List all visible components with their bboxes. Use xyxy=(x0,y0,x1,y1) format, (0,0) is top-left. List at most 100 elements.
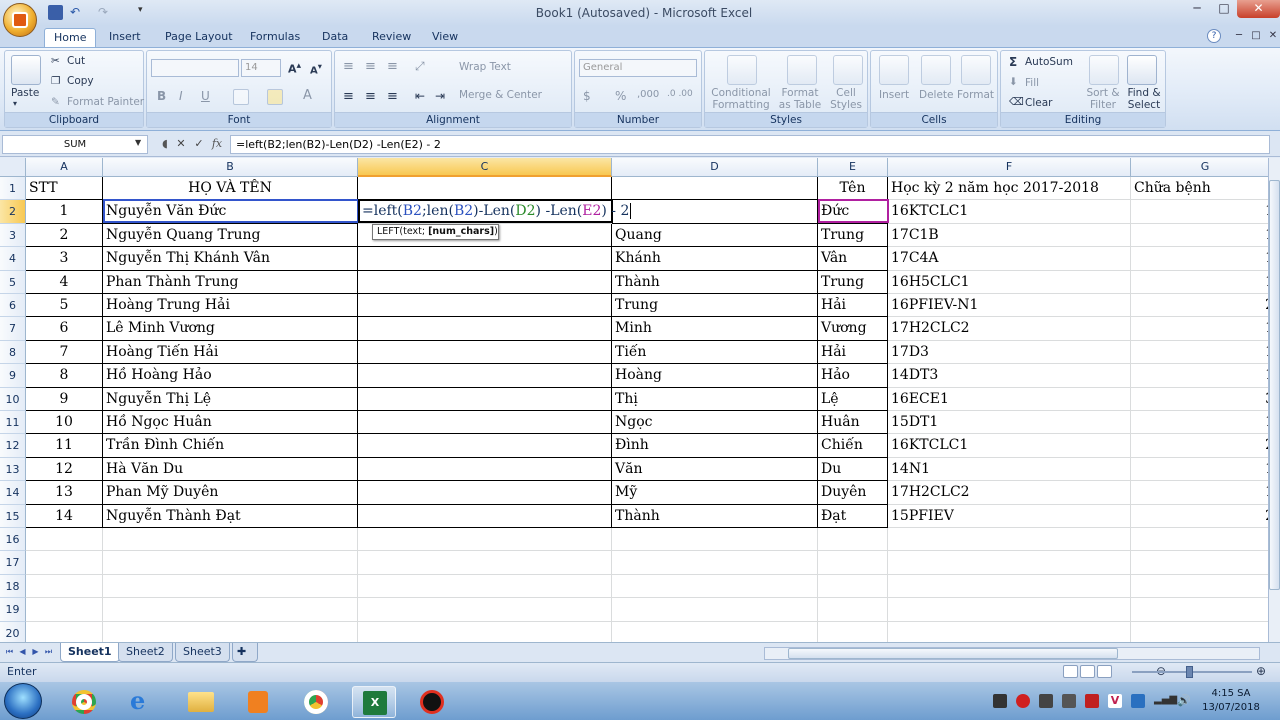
cell-a12[interactable]: 11 xyxy=(26,434,103,458)
cell-d5[interactable]: Thành xyxy=(612,270,818,294)
grow-font-icon[interactable]: A▴ xyxy=(288,60,301,76)
cell-a15[interactable]: 14 xyxy=(26,504,103,528)
cell-g2[interactable]: 1 xyxy=(1131,200,1280,223)
decimal-icon[interactable]: .0 .00 xyxy=(667,89,693,99)
normal-view-icon[interactable] xyxy=(1063,665,1078,678)
row-header-10[interactable]: 10 xyxy=(0,387,26,411)
increase-indent-icon[interactable]: ⇥ xyxy=(435,89,445,103)
cell-g14[interactable]: 1 xyxy=(1131,481,1280,504)
cell-a6[interactable]: 5 xyxy=(26,294,103,318)
number-format-box[interactable]: General xyxy=(579,59,697,77)
cell-g8[interactable]: 1 xyxy=(1131,341,1280,364)
cell-e14[interactable]: Duyên xyxy=(818,481,888,505)
column-header-f[interactable]: F xyxy=(888,158,1131,177)
cell-e13[interactable]: Du xyxy=(818,457,888,482)
column-header-e[interactable]: E xyxy=(818,158,888,177)
sheet-tab-2[interactable]: Sheet2 xyxy=(118,643,173,662)
comma-icon[interactable]: ,000 xyxy=(637,89,659,100)
cell-d12[interactable]: Đình xyxy=(612,434,818,458)
cell-a8[interactable]: 7 xyxy=(26,340,103,365)
tab-home[interactable]: Home xyxy=(44,28,97,48)
cell-g6[interactable]: 2 xyxy=(1131,294,1280,317)
maximize-button[interactable]: □ xyxy=(1210,0,1238,18)
cell-f3[interactable]: 17C1B xyxy=(888,224,1131,247)
cell-f14[interactable]: 17H2CLC2 xyxy=(888,481,1131,504)
cell-f1[interactable]: Học kỳ 2 năm học 2017-2018 xyxy=(888,177,1131,200)
row-header-16[interactable]: 16 xyxy=(0,528,26,552)
prev-sheet-icon[interactable]: ◀ xyxy=(17,646,28,658)
row-header-12[interactable]: 12 xyxy=(0,434,26,458)
cell-a5[interactable]: 4 xyxy=(26,270,103,294)
row-header-18[interactable]: 18 xyxy=(0,574,26,599)
cell-f11[interactable]: 15DT1 xyxy=(888,411,1131,434)
autosum-button[interactable]: AutoSum xyxy=(1025,56,1073,68)
cell-c4[interactable] xyxy=(358,247,612,271)
row-header-2[interactable]: 2 xyxy=(0,200,26,224)
cell-a2[interactable]: 1 xyxy=(26,200,103,224)
cell-f5[interactable]: 16H5CLC1 xyxy=(888,271,1131,294)
cell-f6[interactable]: 16PFIEV-N1 xyxy=(888,294,1131,317)
cell-e7[interactable]: Vương xyxy=(818,317,888,341)
enter-icon[interactable]: ✓ xyxy=(191,136,207,152)
fill-color-icon[interactable] xyxy=(267,89,283,105)
zoom-in-icon[interactable]: ⊕ xyxy=(1256,664,1266,678)
chrome-taskbar-icon[interactable] xyxy=(62,686,106,718)
row-header-1[interactable]: 1 xyxy=(0,177,26,201)
cell-g13[interactable]: 1 xyxy=(1131,458,1280,481)
zoom-slider-thumb[interactable] xyxy=(1186,666,1193,678)
format-painter-button[interactable]: Format Painter xyxy=(67,96,144,108)
column-header-a[interactable]: A xyxy=(26,158,103,177)
cell-d1[interactable] xyxy=(612,177,818,201)
cell-b9[interactable]: Hồ Hoàng Hảo xyxy=(103,364,358,388)
cell-g15[interactable]: 2 xyxy=(1131,505,1280,528)
cell-c13[interactable] xyxy=(358,457,612,482)
column-header-c[interactable]: C xyxy=(358,158,612,177)
tab-view[interactable]: View xyxy=(423,28,467,48)
cell-f15[interactable]: 15PFIEV xyxy=(888,505,1131,528)
sheet-tab-3[interactable]: Sheet3 xyxy=(175,643,230,662)
vertical-scroll-thumb[interactable] xyxy=(1269,180,1280,590)
cell-b6[interactable]: Hoàng Trung Hải xyxy=(103,294,358,318)
volume-icon[interactable]: 🔊 xyxy=(1177,694,1191,708)
align-right-icon[interactable]: ≡ xyxy=(387,89,398,104)
cell-f7[interactable]: 17H2CLC2 xyxy=(888,317,1131,340)
row-header-4[interactable]: 4 xyxy=(0,247,26,271)
tab-page-layout[interactable]: Page Layout xyxy=(156,28,242,48)
cell-g5[interactable]: 1 xyxy=(1131,271,1280,294)
find-select-button[interactable]: Find & Select xyxy=(1123,87,1165,111)
wrap-text-button[interactable]: Wrap Text xyxy=(459,61,511,73)
cell-c11[interactable] xyxy=(358,411,612,435)
cell-e8[interactable]: Hải xyxy=(818,340,888,365)
tray-icon-1[interactable] xyxy=(993,694,1007,708)
cell-c8[interactable] xyxy=(358,340,612,365)
ie-taskbar-icon[interactable]: e xyxy=(120,686,164,718)
format-cells-button[interactable]: Format xyxy=(957,89,994,101)
cell-f12[interactable]: 16KTCLC1 xyxy=(888,434,1131,457)
row-header-11[interactable]: 11 xyxy=(0,411,26,435)
tray-icon-7[interactable] xyxy=(1131,694,1145,708)
taskbar-clock[interactable]: 4:15 SA 13/07/2018 xyxy=(1196,687,1266,715)
cell-e4[interactable]: Vân xyxy=(818,247,888,271)
cell-c14[interactable] xyxy=(358,481,612,505)
row-header-5[interactable]: 5 xyxy=(0,270,26,294)
insert-function-button[interactable]: fx xyxy=(209,136,225,152)
cell-c12[interactable] xyxy=(358,434,612,458)
cell-d15[interactable]: Thành xyxy=(612,504,818,528)
cell-c10[interactable] xyxy=(358,387,612,411)
tab-data[interactable]: Data xyxy=(313,28,357,48)
cell-c2-editing[interactable]: =left(B2;len(B2)-Len(D2) -Len(E2) - 2 xyxy=(358,199,632,223)
formula-input[interactable]: =left(B2;len(B2)-Len(D2) -Len(E2) - 2 xyxy=(230,135,1270,154)
cell-d3[interactable]: Quang xyxy=(612,223,818,248)
font-name-box[interactable] xyxy=(151,59,239,77)
orientation-icon[interactable]: ⤢ xyxy=(415,59,425,74)
column-header-g[interactable]: G xyxy=(1131,158,1280,177)
recorder-taskbar-icon[interactable] xyxy=(410,686,454,718)
cell-b15[interactable]: Nguyễn Thành Đạt xyxy=(103,504,358,528)
cell-a4[interactable]: 3 xyxy=(26,247,103,271)
last-sheet-icon[interactable]: ⏭ xyxy=(43,646,54,658)
next-sheet-icon[interactable]: ▶ xyxy=(30,646,41,658)
cell-a13[interactable]: 12 xyxy=(26,457,103,482)
cut-button[interactable]: Cut xyxy=(67,55,85,67)
cell-b5[interactable]: Phan Thành Trung xyxy=(103,270,358,294)
sort-filter-button[interactable]: Sort & Filter xyxy=(1081,87,1125,111)
